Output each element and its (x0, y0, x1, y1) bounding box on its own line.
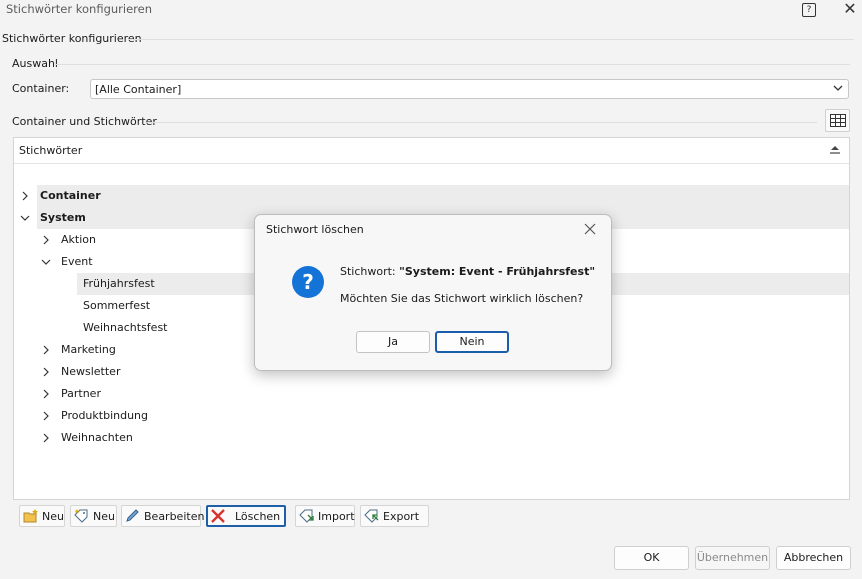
chevron-right-icon[interactable] (41, 345, 51, 355)
chevron-down-icon (833, 85, 843, 91)
tree-item-label: Weihnachten (61, 431, 133, 444)
yes-button[interactable]: Ja (356, 331, 430, 353)
tree-item-label: Event (61, 255, 93, 268)
delete-icon (211, 509, 225, 523)
tree-item[interactable]: Produktbindung (14, 405, 849, 427)
chevron-right-icon[interactable] (41, 367, 51, 377)
section-title: Stichwörter konfigurieren (2, 32, 142, 45)
window-close-icon[interactable]: ✕ (840, 0, 860, 18)
tree-header[interactable]: Stichwörter (14, 138, 849, 164)
container-tree-divider (145, 122, 817, 123)
dialog-message-prefix: Stichwort: (340, 265, 400, 278)
edit-label: Bearbeiten (144, 510, 205, 523)
tree-item-label: Frühjahrsfest (83, 277, 155, 290)
tree-item[interactable]: Weihnachten (14, 427, 849, 449)
container-select[interactable]: [Alle Container] (90, 79, 849, 99)
chevron-right-icon[interactable] (20, 191, 30, 201)
section-divider (128, 39, 854, 40)
tree-item-label: Produktbindung (61, 409, 149, 422)
import-button[interactable]: Import (295, 505, 355, 527)
container-select-value: [Alle Container] (95, 83, 182, 96)
window-title: Stichwörter konfigurieren (6, 2, 152, 16)
delete-label: Löschen (235, 510, 281, 523)
question-icon: ? (292, 266, 324, 298)
dialog-message: Stichwort: "System: Event - Frühjahrsfes… (340, 265, 595, 278)
chevron-right-icon[interactable] (41, 433, 51, 443)
help-icon[interactable]: ? (802, 3, 816, 17)
export-button[interactable]: Export (360, 505, 429, 527)
new-container-button[interactable]: Neu (19, 505, 65, 527)
pencil-icon (126, 509, 139, 522)
table-icon (830, 114, 846, 127)
import-icon (299, 509, 314, 523)
new-keyword-button[interactable]: Neu (70, 505, 117, 527)
dialog-title: Stichwort löschen (266, 223, 364, 236)
export-icon (364, 509, 379, 523)
delete-button[interactable]: Löschen (206, 505, 286, 527)
tree-item-label: System (40, 211, 86, 224)
tree-item-label: Weihnachtsfest (83, 321, 168, 334)
no-button[interactable]: Nein (435, 331, 509, 353)
apply-button[interactable]: Übernehmen (695, 546, 770, 570)
tree-item-label: Marketing (61, 343, 116, 356)
tree-item-label: Sommerfest (83, 299, 151, 312)
chevron-right-icon[interactable] (41, 411, 51, 421)
dialog-keyword: "System: Event - Frühjahrsfest" (399, 265, 596, 278)
chevron-right-icon[interactable] (41, 235, 51, 245)
new-keyword-label: Neu (93, 510, 115, 523)
tree-item-label: Partner (61, 387, 101, 400)
delete-confirm-dialog: Stichwort löschen ? Stichwort: "System: … (254, 214, 612, 371)
dialog-close-icon[interactable] (581, 220, 599, 238)
auswahl-divider (56, 64, 850, 65)
new-tag-icon (74, 509, 88, 523)
export-label: Export (383, 510, 420, 523)
tree-item-label: Newsletter (61, 365, 121, 378)
window-titlebar: Stichwörter konfigurieren ? ✕ (0, 0, 862, 24)
ok-button[interactable]: OK (614, 546, 689, 570)
container-tree-label: Container und Stichwörter (12, 115, 157, 128)
container-label: Container: (12, 82, 70, 95)
tree-item[interactable]: Container (14, 185, 849, 207)
cancel-button[interactable]: Abbrechen (776, 546, 851, 570)
grid-view-button[interactable] (825, 109, 850, 132)
chevron-down-icon[interactable] (20, 213, 30, 223)
dialog-question: Möchten Sie das Stichwort wirklich lösch… (340, 292, 584, 305)
tree-item-label: Container (40, 189, 101, 202)
new-folder-icon (23, 509, 38, 523)
tree-item[interactable]: Partner (14, 383, 849, 405)
chevron-down-icon[interactable] (41, 257, 51, 267)
auswahl-label: Auswahl (12, 57, 58, 70)
edit-button[interactable]: Bearbeiten (121, 505, 205, 527)
import-label: Import (318, 510, 355, 523)
tree-header-label: Stichwörter (19, 144, 83, 157)
tree-item-label: Aktion (61, 233, 96, 246)
sort-icon[interactable] (830, 146, 840, 154)
new-container-label: Neu (42, 510, 64, 523)
chevron-right-icon[interactable] (41, 389, 51, 399)
